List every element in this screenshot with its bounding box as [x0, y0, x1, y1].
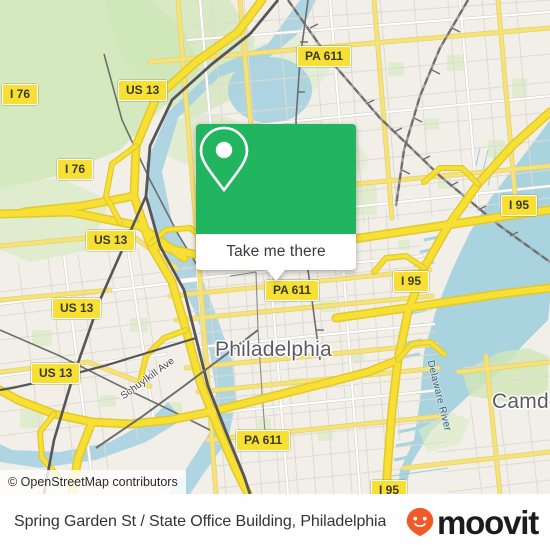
map-attribution[interactable]: © OpenStreetMap contributors	[0, 470, 186, 494]
location-popup-card[interactable]: Take me there	[196, 124, 356, 281]
attribution-text: © OpenStreetMap contributors	[8, 475, 178, 489]
popup-pointer-tail	[267, 270, 285, 281]
map-pin-icon	[199, 126, 249, 193]
moovit-wordmark: moovit	[437, 503, 539, 541]
map-screen: .park{fill:#cfe7b6} .park2{fill:#d9ebc4}…	[0, 0, 550, 550]
popup-image-area	[196, 124, 356, 234]
moovit-pin-icon	[406, 507, 434, 537]
station-title: Spring Garden St / State Office Building…	[14, 513, 387, 530]
footer-bar: Spring Garden St / State Office Building…	[0, 494, 550, 550]
take-me-there-button[interactable]: Take me there	[196, 234, 356, 270]
map-canvas[interactable]: .park{fill:#cfe7b6} .park2{fill:#d9ebc4}…	[0, 0, 550, 494]
moovit-logo[interactable]: moovit	[405, 506, 550, 539]
